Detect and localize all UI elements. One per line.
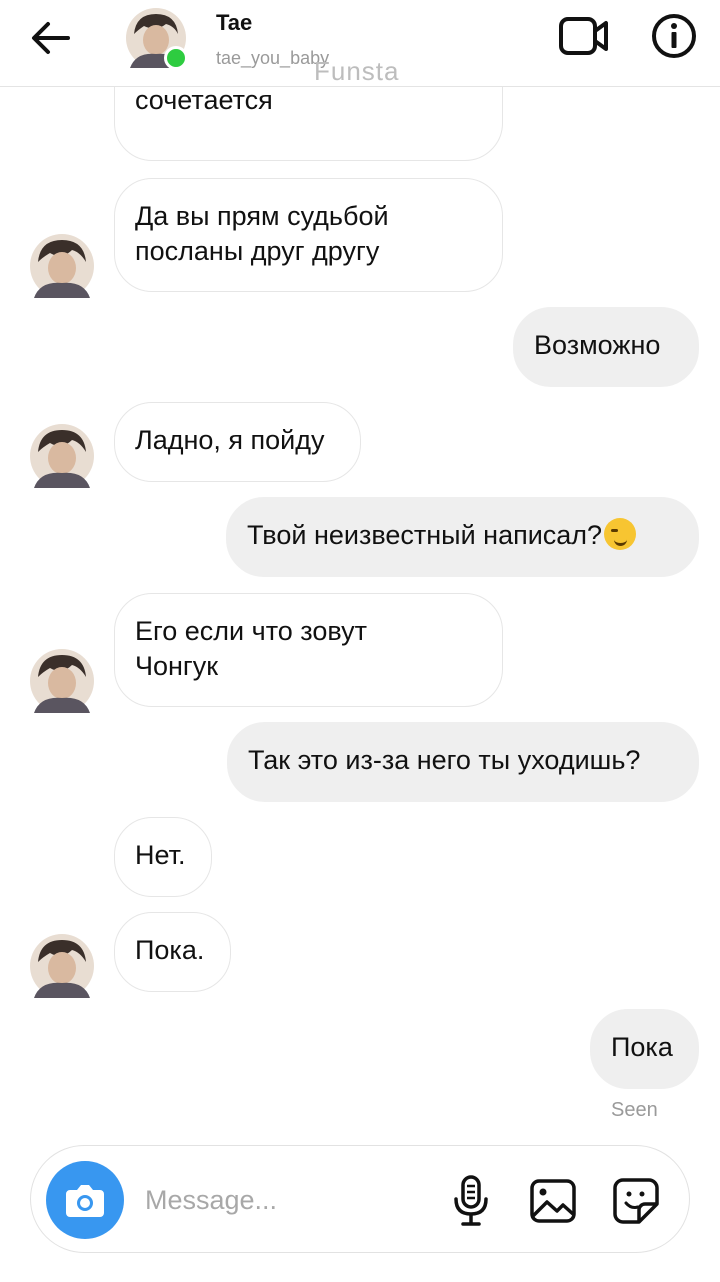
message-bubble-received[interactable]: Нет.: [114, 817, 212, 897]
message-bubble-sent[interactable]: Пока: [590, 1009, 699, 1089]
gallery-button[interactable]: [529, 1178, 577, 1224]
contact-name[interactable]: Tae: [216, 10, 252, 36]
message-bubble-received[interactable]: Ладно, я пойду: [114, 402, 361, 482]
seen-status: Seen: [611, 1099, 658, 1121]
message-bubble-sent[interactable]: Возможно: [513, 307, 699, 387]
gallery-icon: [530, 1179, 576, 1223]
message-thread[interactable]: карамель прекрасно сочетается Да вы прям…: [0, 87, 720, 1137]
microphone-icon: [454, 1175, 488, 1226]
message-text: Твой неизвестный написал?: [247, 520, 603, 550]
message-bubble-received[interactable]: Да вы прям судьбой посланы друг другу: [114, 178, 503, 292]
message-bubble-received[interactable]: карамель прекрасно сочетается: [114, 87, 503, 161]
smirking-face-emoji-icon: [604, 518, 637, 550]
message-bubble-received[interactable]: Его если что зовут Чонгук: [114, 593, 503, 707]
back-arrow-icon: [32, 22, 70, 54]
message-bubble-received[interactable]: Пока.: [114, 912, 231, 992]
sender-avatar[interactable]: [30, 649, 94, 713]
info-icon: [652, 14, 696, 58]
video-call-button[interactable]: [558, 14, 610, 58]
camera-icon: [66, 1185, 104, 1217]
video-camera-icon: [559, 17, 608, 55]
sender-avatar[interactable]: [30, 934, 94, 998]
message-bubble-sent[interactable]: Твой неизвестный написал?: [226, 497, 699, 577]
sticker-button[interactable]: [611, 1176, 661, 1226]
sticker-icon: [613, 1178, 659, 1224]
watermark: Funsta: [314, 56, 400, 86]
camera-button[interactable]: [46, 1161, 124, 1239]
microphone-button[interactable]: [451, 1174, 491, 1228]
info-button[interactable]: [650, 12, 698, 60]
back-button[interactable]: [28, 18, 72, 58]
message-composer: [30, 1145, 690, 1253]
sender-avatar[interactable]: [30, 234, 94, 298]
message-bubble-sent[interactable]: Так это из-за него ты уходишь?: [227, 722, 699, 802]
message-input[interactable]: [143, 1176, 437, 1224]
online-status-dot: [164, 46, 188, 70]
sender-avatar[interactable]: [30, 424, 94, 488]
chat-header: Tae tae_you_baby Funsta: [0, 0, 720, 87]
contact-username: tae_you_baby: [216, 48, 330, 68]
